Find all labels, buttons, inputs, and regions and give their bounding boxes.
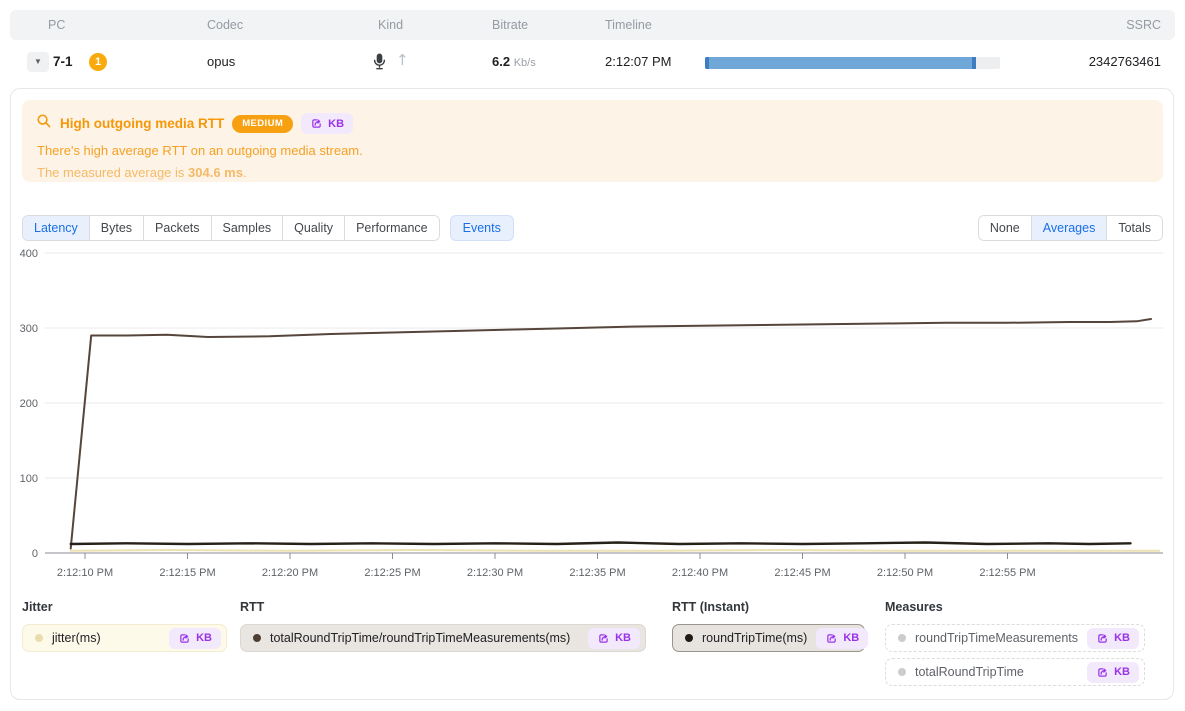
legend-group-rtt-instant: RTT (Instant) roundTripTime(ms) KB (672, 600, 865, 658)
column-header-bitrate: Bitrate (492, 10, 528, 40)
column-header-ssrc: SSRC (1126, 10, 1161, 40)
tab-latency[interactable]: Latency (23, 216, 90, 240)
series-color-dot (898, 634, 906, 642)
legend-item-label: jitter(ms) (52, 631, 101, 645)
y-tick-label: 100 (20, 473, 38, 485)
x-tick-label: 2:12:40 PM (672, 567, 728, 579)
legend-item-rtt-instant[interactable]: roundTripTime(ms) KB (672, 624, 865, 652)
x-tick-label: 2:12:20 PM (262, 567, 318, 579)
tab-quality[interactable]: Quality (283, 216, 345, 240)
legend-group-rtt: RTT totalRoundTripTime/roundTripTimeMeas… (240, 600, 646, 658)
y-tick-label: 200 (20, 398, 38, 410)
timeline-fill (705, 57, 976, 69)
tab-events[interactable]: Events (450, 215, 514, 241)
legend-item-rtt-measurements[interactable]: roundTripTimeMeasurements KB (885, 624, 1145, 652)
y-tick-label: 300 (20, 323, 38, 335)
x-tick-label: 2:12:55 PM (979, 567, 1035, 579)
timeline-scrubber[interactable] (705, 57, 1000, 69)
series-color-dot (898, 668, 906, 676)
measurements-kb-button[interactable]: KB (1087, 628, 1139, 649)
x-tick-label: 2:12:10 PM (57, 567, 113, 579)
tab-packets[interactable]: Packets (144, 216, 211, 240)
rtt-warning-alert: High outgoing media RTT MEDIUM KB There'… (22, 100, 1163, 182)
series-rtt-instant[interactable] (71, 543, 1131, 545)
rtt-instant-kb-button[interactable]: KB (816, 628, 868, 649)
x-tick-label: 2:12:25 PM (364, 567, 420, 579)
series-color-dot (685, 634, 693, 642)
arrow-up-icon: ↑ (396, 51, 409, 69)
column-header-codec: Codec (207, 10, 243, 40)
x-tick-label: 2:12:50 PM (877, 567, 933, 579)
x-tick-label: 2:12:15 PM (159, 567, 215, 579)
timeline-end-handle[interactable] (972, 57, 976, 69)
series-color-dot (35, 634, 43, 642)
column-header-kind: Kind (378, 10, 403, 40)
alert-title: High outgoing media RTT (60, 116, 224, 131)
jitter-kb-button[interactable]: KB (169, 628, 221, 649)
x-tick-label: 2:12:35 PM (569, 567, 625, 579)
metric-tab-group: Latency Bytes Packets Samples Quality Pe… (22, 215, 440, 241)
stream-table-header: PC Codec Kind Bitrate Timeline SSRC (10, 10, 1175, 40)
issue-count-badge: 1 (89, 53, 107, 71)
legend-item-label: roundTripTimeMeasurements (915, 631, 1078, 645)
tab-totals[interactable]: Totals (1107, 216, 1162, 240)
legend-group-jitter: Jitter jitter(ms) KB (22, 600, 227, 658)
legend-title: RTT (Instant) (672, 600, 865, 614)
tab-samples[interactable]: Samples (212, 216, 284, 240)
legend-title: Measures (885, 600, 1145, 614)
legend-item-rtt-average[interactable]: totalRoundTripTime/roundTripTimeMeasurem… (240, 624, 646, 652)
alert-description: There's high average RTT on an outgoing … (37, 143, 1149, 158)
bitrate-value: 6.2 Kb/s (492, 54, 536, 69)
severity-badge: MEDIUM (232, 115, 293, 133)
column-header-pc: PC (48, 10, 65, 40)
x-tick-label: 2:12:45 PM (774, 567, 830, 579)
share-icon (310, 117, 323, 130)
total-rtt-kb-button[interactable]: KB (1087, 662, 1139, 683)
rtt-kb-button[interactable]: KB (588, 628, 640, 649)
search-icon (36, 113, 52, 134)
tab-none[interactable]: None (979, 216, 1032, 240)
pc-id: 7-1 (53, 54, 73, 69)
column-header-timeline: Timeline (605, 10, 652, 40)
legend-item-label: roundTripTime(ms) (702, 631, 807, 645)
aggregation-tab-group: None Averages Totals (978, 215, 1163, 241)
legend-item-label: totalRoundTripTime/roundTripTimeMeasurem… (270, 631, 570, 645)
share-icon (825, 632, 838, 645)
y-tick-label: 400 (20, 248, 38, 260)
legend-title: Jitter (22, 600, 227, 614)
collapse-row-button[interactable]: ▼ (27, 52, 49, 72)
timeline-start-handle[interactable] (705, 57, 709, 69)
latency-chart: 400 300 200 100 0 2:12:10 PM 2:12:15 PM 2:12:20… (0, 245, 1185, 590)
share-icon (1096, 632, 1109, 645)
series-color-dot (253, 634, 261, 642)
alert-kb-button[interactable]: KB (301, 113, 353, 134)
legend-group-measures: Measures roundTripTimeMeasurements KB to… (885, 600, 1145, 692)
tab-averages[interactable]: Averages (1032, 216, 1108, 240)
tab-performance[interactable]: Performance (345, 216, 439, 240)
series-jitter[interactable] (71, 550, 1160, 551)
series-rtt-average[interactable] (71, 319, 1151, 549)
legend-item-label: totalRoundTripTime (915, 665, 1024, 679)
timeline-timestamp: 2:12:07 PM (605, 54, 672, 69)
share-icon (1096, 666, 1109, 679)
stream-table-row: ▼ 7-1 1 opus ↑ 6.2 Kb/s 2:12:07 PM 23427… (10, 42, 1175, 82)
y-tick-label: 0 (32, 548, 38, 560)
legend-item-total-rtt[interactable]: totalRoundTripTime KB (885, 658, 1145, 686)
bitrate-unit: Kb/s (514, 57, 536, 69)
codec-value: opus (207, 54, 235, 69)
legend-item-jitter[interactable]: jitter(ms) KB (22, 624, 227, 652)
chart-toolbar: Latency Bytes Packets Samples Quality Pe… (22, 215, 1163, 241)
alert-measured-average: The measured average is 304.6 ms. (37, 165, 1149, 180)
share-icon (597, 632, 610, 645)
microphone-icon (372, 52, 387, 71)
share-icon (178, 632, 191, 645)
ssrc-value: 2342763461 (1089, 54, 1161, 69)
x-tick-label: 2:12:30 PM (467, 567, 523, 579)
legend-title: RTT (240, 600, 646, 614)
tab-bytes[interactable]: Bytes (90, 216, 144, 240)
